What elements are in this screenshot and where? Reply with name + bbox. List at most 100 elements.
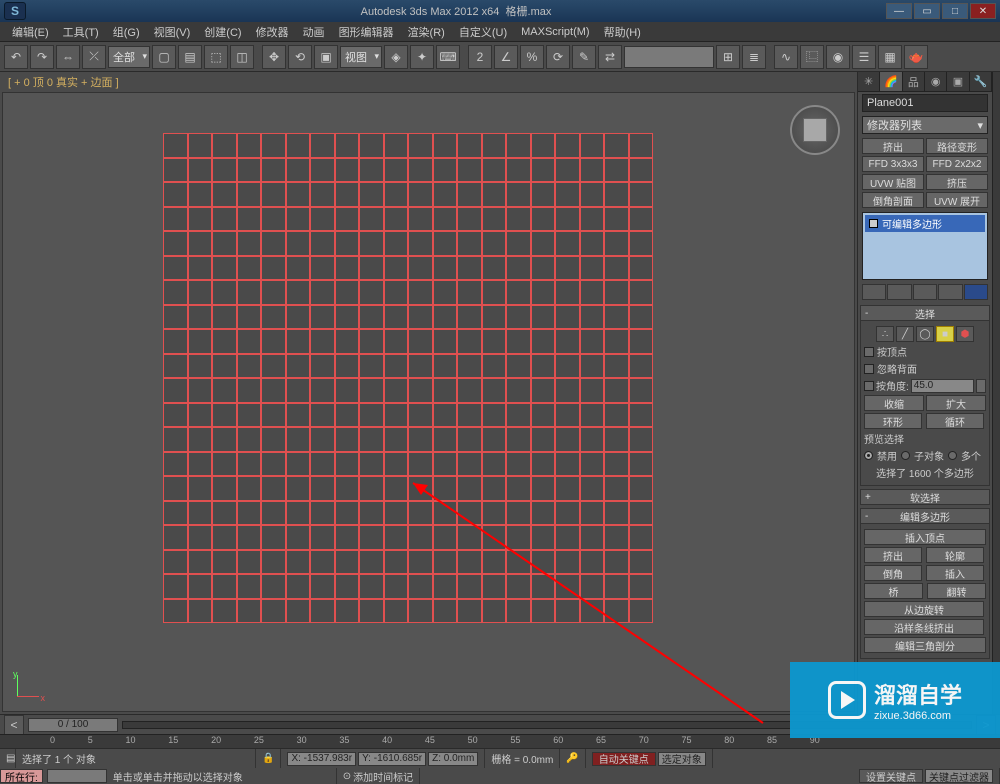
tab-create[interactable]: ✳ (858, 72, 880, 91)
show-end-result-button[interactable] (887, 284, 911, 300)
menu-create[interactable]: 创建(C) (198, 22, 247, 42)
mod-uvwmap[interactable]: UVW 贴图 (862, 174, 924, 190)
mod-ffd2[interactable]: FFD 2x2x2 (926, 156, 988, 172)
manipulate-button[interactable]: ✦ (410, 45, 434, 69)
snap-2d-button[interactable]: 2 (468, 45, 492, 69)
layers-button[interactable]: ≣ (742, 45, 766, 69)
coord-x[interactable]: X: -1537.983r (287, 752, 356, 766)
scale-button[interactable]: ▣ (314, 45, 338, 69)
menu-rendering[interactable]: 渲染(R) (402, 22, 451, 42)
menu-help[interactable]: 帮助(H) (598, 22, 647, 42)
viewport-label[interactable]: [ + 0 顶 0 真实 + 边面 ] (0, 72, 857, 90)
so-polygon-icon[interactable]: ■ (936, 326, 954, 342)
flip-button[interactable]: 翻转 (927, 583, 986, 599)
auto-key-button[interactable]: 自动关键点 (592, 752, 656, 766)
snap-percent-button[interactable]: % (520, 45, 544, 69)
rollout-editpoly-header[interactable]: -编辑多边形 (860, 508, 990, 524)
maxscript-mini-icon[interactable]: ▤ (6, 753, 15, 764)
snap-angle-button[interactable]: ∠ (494, 45, 518, 69)
mod-ffd3[interactable]: FFD 3x3x3 (862, 156, 924, 172)
view-cube[interactable] (790, 105, 840, 155)
render-setup-button[interactable]: ☰ (852, 45, 876, 69)
so-border-icon[interactable]: ◯ (916, 326, 934, 342)
extrude-button[interactable]: 挤出 (864, 547, 922, 563)
modifier-list-dropdown[interactable]: 修改器列表▾ (862, 116, 988, 134)
curve-editor-button[interactable]: ∿ (774, 45, 798, 69)
time-slider-handle[interactable]: 0 / 100 (28, 718, 118, 732)
so-vertex-icon[interactable]: ∴ (876, 326, 894, 342)
object-name-field[interactable]: Plane001 (862, 94, 988, 112)
align-button[interactable]: ⊞ (716, 45, 740, 69)
named-selection-input[interactable] (624, 46, 714, 68)
key-icon[interactable]: 🔑 (566, 753, 578, 764)
mod-uvwunwrap[interactable]: UVW 展开 (926, 192, 988, 208)
render-frame-button[interactable]: ▦ (878, 45, 902, 69)
coord-y[interactable]: Y: -1610.685r (358, 752, 426, 766)
rotate-button[interactable]: ⟲ (288, 45, 312, 69)
mod-bevelprofile[interactable]: 倒角剖面 (862, 192, 924, 208)
set-key-button[interactable]: 设置关键点 (859, 769, 923, 783)
hinge-from-edge-button[interactable]: 从边旋转 (864, 601, 984, 617)
ignore-backfacing-checkbox[interactable]: 忽略背面 (864, 361, 986, 376)
rollout-softsel-header[interactable]: +软选择 (860, 489, 990, 505)
make-unique-button[interactable] (913, 284, 937, 300)
coord-z[interactable]: Z: 0.0mm (428, 752, 478, 766)
material-editor-button[interactable]: ◉ (826, 45, 850, 69)
inset-button[interactable]: 插入 (926, 565, 984, 581)
render-button[interactable]: 🫖 (904, 45, 928, 69)
by-vertex-checkbox[interactable]: 按顶点 (864, 344, 986, 359)
preview-multi-radio[interactable] (948, 451, 957, 460)
link-button[interactable]: ⇔ (56, 45, 80, 69)
loop-button[interactable]: 循环 (926, 413, 984, 429)
spinner-snap-button[interactable]: ⟳ (546, 45, 570, 69)
mod-extrude[interactable]: 挤出 (862, 138, 924, 154)
selected-plane-mesh[interactable] (163, 133, 653, 623)
bridge-button[interactable]: 桥 (864, 583, 923, 599)
modifier-stack[interactable]: 可编辑多边形 (862, 212, 988, 280)
viewport-top[interactable]: y x (2, 92, 855, 712)
keyboard-shortcut-button[interactable]: ⌨ (436, 45, 460, 69)
mod-squeeze[interactable]: 挤压 (926, 174, 988, 190)
ref-coord-dropdown[interactable]: 视图 (340, 46, 382, 68)
add-time-tag-button[interactable]: 添加时间标记 (353, 769, 413, 784)
redo-button[interactable]: ↷ (30, 45, 54, 69)
remove-modifier-button[interactable] (938, 284, 962, 300)
menu-modifiers[interactable]: 修改器 (250, 22, 295, 42)
insert-vertex-button[interactable]: 插入顶点 (864, 529, 986, 545)
rect-select-button[interactable]: ⬚ (204, 45, 228, 69)
tab-utilities[interactable]: 🔧 (970, 72, 992, 91)
grow-button[interactable]: 扩大 (926, 395, 986, 411)
panel-scrollbar[interactable] (992, 72, 1000, 714)
bevel-button[interactable]: 倒角 (864, 565, 922, 581)
rollout-selection-header[interactable]: -选择 (860, 305, 990, 321)
outline-button[interactable]: 轮廓 (926, 547, 984, 563)
schematic-view-button[interactable]: ⿺ (800, 45, 824, 69)
so-edge-icon[interactable]: ╱ (896, 326, 914, 342)
menu-maxscript[interactable]: MAXScript(M) (515, 24, 595, 40)
move-button[interactable]: ✥ (262, 45, 286, 69)
menu-group[interactable]: 组(G) (107, 22, 146, 42)
angle-value-field[interactable]: 45.0 (911, 379, 974, 393)
minimize-button[interactable]: — (886, 3, 912, 19)
restore-button[interactable]: ▭ (914, 3, 940, 19)
preview-off-radio[interactable] (864, 451, 873, 460)
listener-input[interactable] (47, 769, 107, 783)
isolate-icon[interactable]: ⊙ (343, 771, 351, 782)
menu-grapheditors[interactable]: 图形编辑器 (333, 22, 400, 42)
menu-views[interactable]: 视图(V) (148, 22, 197, 42)
edit-tri-button[interactable]: 编辑三角剖分 (864, 637, 986, 653)
extrude-along-spline-button[interactable]: 沿样条线挤出 (864, 619, 984, 635)
selection-filter-dropdown[interactable]: 全部 (108, 46, 150, 68)
menu-customize[interactable]: 自定义(U) (453, 22, 513, 42)
stack-item-editpoly[interactable]: 可编辑多边形 (865, 215, 985, 232)
maximize-button[interactable]: □ (942, 3, 968, 19)
by-angle-checkbox[interactable] (864, 381, 874, 391)
mod-pathdeform[interactable]: 路径变形 (926, 138, 988, 154)
shrink-button[interactable]: 收缩 (864, 395, 924, 411)
tab-modify[interactable]: 🌈 (880, 72, 902, 91)
close-button[interactable]: ✕ (970, 3, 996, 19)
select-by-name-button[interactable]: ▤ (178, 45, 202, 69)
menu-animation[interactable]: 动画 (297, 22, 331, 42)
pin-stack-button[interactable] (862, 284, 886, 300)
so-element-icon[interactable]: ⬢ (956, 326, 974, 342)
